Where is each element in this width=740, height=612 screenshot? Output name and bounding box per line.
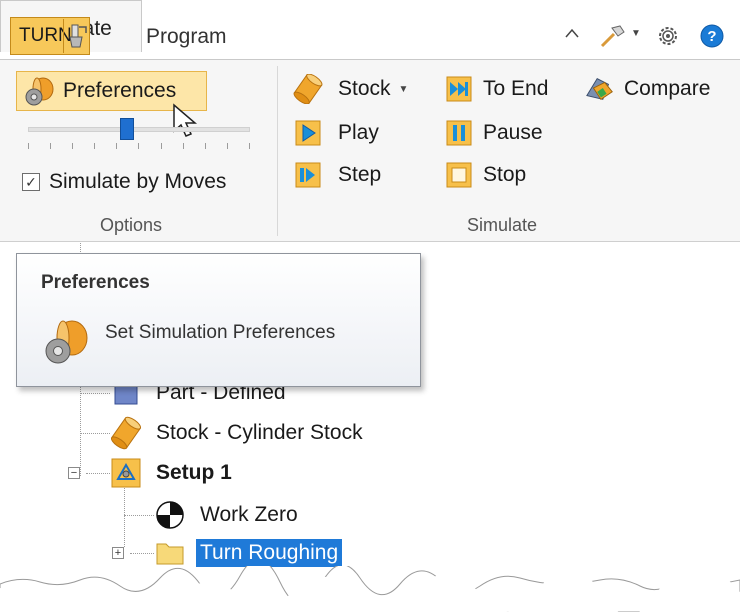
simulate-by-moves-label: Simulate by Moves (49, 170, 227, 193)
step-label: Step (338, 163, 382, 186)
stop-icon (443, 160, 475, 190)
checkbox-checked-icon[interactable]: ✓ (22, 173, 40, 191)
folder-icon (152, 536, 188, 570)
compare-label: Compare (624, 77, 711, 100)
tree-item-setup-label: Setup 1 (156, 461, 232, 484)
preferences-icon (41, 317, 93, 369)
step-button[interactable]: Step (292, 160, 381, 190)
stock-cylinder-icon (292, 74, 324, 104)
help-icon[interactable]: ? (698, 22, 726, 50)
tree-item-setup[interactable]: Setup 1 (108, 456, 236, 490)
torn-edge (0, 566, 740, 612)
compare-icon (584, 74, 616, 104)
setup-icon (108, 456, 144, 490)
tree-item-work-zero[interactable]: Work Zero (152, 498, 302, 532)
preferences-label: Preferences (63, 79, 177, 102)
simulate-by-moves-checkbox[interactable]: ✓ Simulate by Moves (22, 170, 226, 194)
slider-track (28, 127, 250, 132)
slider-thumb[interactable] (120, 118, 134, 140)
compare-button[interactable]: Compare (584, 74, 710, 104)
collapse-ribbon-icon[interactable] (562, 22, 582, 44)
to-end-icon (443, 74, 475, 104)
tree-item-work-zero-label: Work Zero (200, 503, 298, 526)
tree-connector (80, 433, 110, 434)
collapse-setup-icon[interactable]: − (68, 467, 80, 479)
tooltip-title: Preferences (41, 272, 150, 293)
expand-turn-roughing-icon[interactable]: + (112, 547, 124, 559)
tree-item-stock[interactable]: Stock - Cylinder Stock (108, 416, 367, 450)
stock-label: Stock (338, 77, 391, 100)
pause-button[interactable]: Pause (443, 118, 543, 148)
to-end-label: To End (483, 77, 549, 100)
slider-ticks (28, 143, 250, 149)
tree-connector (130, 553, 154, 554)
tree-item-turn-roughing[interactable]: Turn Roughing (152, 536, 343, 570)
stop-label: Stop (483, 163, 527, 186)
play-label: Play (338, 121, 379, 144)
tree-connector (80, 393, 110, 394)
to-end-button[interactable]: To End (443, 74, 548, 104)
stock-button[interactable]: Stock ▼ (292, 74, 408, 104)
stop-button[interactable]: Stop (443, 160, 526, 190)
play-icon (292, 118, 324, 148)
tab-program[interactable]: Program (146, 25, 227, 49)
ribbon-panel: Preferences ✓ Simulate by Moves Options (0, 60, 740, 242)
tree-item-stock-label: Stock - Cylinder Stock (156, 421, 363, 444)
stock-dropdown-icon[interactable]: ▼ (399, 84, 409, 95)
simulation-speed-slider[interactable] (28, 118, 250, 150)
turn-tool-icon[interactable] (63, 19, 89, 53)
options-group-label: Options (100, 215, 163, 235)
simulate-group-label: Simulate (467, 215, 538, 235)
chevron-down-icon[interactable]: ▼ (630, 22, 642, 44)
tree-connector (124, 515, 154, 516)
tooltip-description: Set Simulation Preferences (105, 322, 336, 343)
group-divider (277, 66, 278, 236)
turn-app-button[interactable]: TURN (10, 17, 90, 55)
stock-cylinder-icon (108, 416, 144, 450)
preferences-tooltip: Preferences Set Simulation Preferences (16, 253, 421, 387)
tree-connector (86, 473, 110, 474)
work-zero-icon (152, 498, 188, 532)
tree-item-turn-roughing-label: Turn Roughing (196, 539, 343, 567)
pause-icon (443, 118, 475, 148)
ribbon-tab-strip: TURN Program Simulate ▼ ? (0, 0, 740, 60)
pause-label: Pause (483, 121, 543, 144)
hammer-icon[interactable] (598, 22, 628, 50)
tree-connector (124, 481, 125, 547)
play-button[interactable]: Play (292, 118, 379, 148)
preferences-icon (17, 72, 63, 110)
turn-app-label: TURN (19, 25, 72, 46)
step-icon (292, 160, 324, 190)
svg-text:?: ? (707, 28, 716, 45)
gear-icon[interactable] (654, 22, 682, 50)
